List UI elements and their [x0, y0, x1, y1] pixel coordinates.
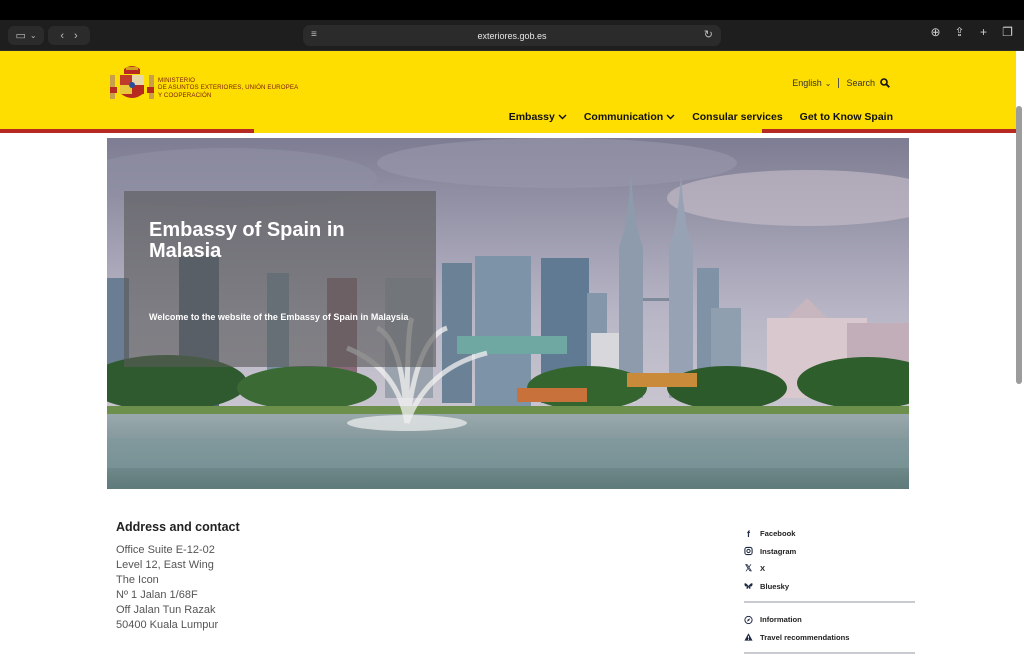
social-link-label: Bluesky	[760, 581, 790, 591]
contact-section-title: Address and contact	[116, 520, 240, 534]
social-link-label: X	[760, 564, 766, 574]
web-page: MINISTERIO DE ASUNTOS EXTERIORES, UNIÓN …	[0, 51, 1024, 663]
social-link-facebook[interactable]: f Facebook	[744, 525, 915, 543]
hero-overlay-panel: Embassy of Spain in Malasia Welcome to t…	[124, 191, 436, 367]
page-settings-icon[interactable]: ≡	[311, 29, 317, 40]
search-label: Search	[846, 78, 875, 88]
address-line: The Icon	[116, 574, 159, 586]
history-nav: ‹ ›	[48, 26, 90, 45]
chevron-down-icon: ⌄	[824, 78, 832, 88]
header-red-accent-right	[762, 129, 1016, 133]
address-bar[interactable]: ≡ exteriores.gob.es ↻	[303, 25, 721, 46]
sidebar-icon: ▭	[15, 30, 26, 42]
address-line: Off Jalan Tun Razak	[116, 604, 216, 616]
address-line: Level 12, East Wing	[116, 559, 214, 571]
nav-get-to-know-spain[interactable]: Get to Know Spain	[800, 111, 893, 123]
address-text: exteriores.gob.es	[477, 30, 547, 41]
hero-title: Embassy of Spain in Malasia	[149, 219, 345, 262]
sidebar-toggle-button[interactable]: ▭ ⌄	[8, 26, 44, 45]
ministry-line-1: MINISTERIO	[158, 77, 196, 84]
chevron-down-icon	[666, 114, 675, 120]
nav-consular-services[interactable]: Consular services	[692, 111, 782, 123]
link-travel-recommendations[interactable]: Travel recommendations	[744, 629, 915, 647]
nav-embassy[interactable]: Embassy	[509, 111, 567, 123]
search-button[interactable]: Search	[839, 78, 890, 88]
link-label: Information	[760, 615, 802, 625]
forward-button[interactable]: ›	[74, 30, 78, 42]
address-line: 50400 Kuala Lumpur	[116, 619, 219, 631]
nav-embassy-label: Embassy	[508, 111, 555, 123]
tabs-overview-icon[interactable]: ❐	[1001, 25, 1014, 39]
compass-icon	[744, 615, 753, 624]
coat-of-arms-logo[interactable]	[110, 65, 154, 105]
nav-communication-label: Communication	[583, 111, 664, 123]
back-button[interactable]: ‹	[60, 30, 64, 42]
nav-get-to-know-spain-label: Get to Know Spain	[799, 111, 893, 123]
divider	[744, 601, 915, 603]
address-line: Office Suite E-12-02	[116, 544, 215, 556]
divider	[744, 652, 915, 654]
link-information[interactable]: Information	[744, 611, 915, 629]
social-link-bluesky[interactable]: Bluesky	[744, 578, 915, 596]
x-icon: 𝕏	[744, 563, 753, 574]
nav-communication[interactable]: Communication	[584, 111, 675, 123]
contact-address: Office Suite E-12-02 Level 12, East Wing…	[116, 543, 218, 633]
social-links: f Facebook Instagram 𝕏 X Bluesky Informa…	[744, 525, 915, 662]
download-icon[interactable]: ⊕	[929, 25, 942, 39]
site-header: MINISTERIO DE ASUNTOS EXTERIORES, UNIÓN …	[0, 51, 1016, 133]
hero-banner: Embassy of Spain in Malasia Welcome to t…	[107, 138, 909, 489]
header-red-accent-left	[0, 129, 254, 133]
reload-icon[interactable]: ↻	[704, 28, 713, 41]
chevron-down-icon: ⌄	[29, 31, 37, 40]
main-navigation: Embassy Communication Consular services …	[509, 111, 893, 123]
screen-top-bar	[0, 0, 1024, 20]
chevron-down-icon	[558, 114, 567, 120]
ministry-line-3: Y COOPERACIÓN	[158, 91, 212, 99]
warning-icon	[744, 633, 753, 641]
language-label: English	[792, 78, 822, 88]
hero-subtitle: Welcome to the website of the Embassy of…	[149, 312, 409, 322]
social-link-label: Facebook	[760, 529, 796, 539]
ministry-line-2: DE ASUNTOS EXTERIORES, UNIÓN EUROPEA	[158, 84, 299, 92]
ministry-name[interactable]: MINISTERIO DE ASUNTOS EXTERIORES, UNIÓN …	[158, 77, 298, 99]
nav-consular-services-label: Consular services	[692, 111, 783, 123]
page-scrollbar[interactable]	[1016, 106, 1022, 384]
address-line: Nº 1 Jalan 1/68F	[116, 589, 198, 601]
share-icon[interactable]: ⇪	[953, 25, 966, 39]
link-label: Travel recommendations	[760, 632, 850, 642]
social-link-label: Instagram	[760, 546, 797, 556]
social-link-instagram[interactable]: Instagram	[744, 543, 915, 561]
facebook-icon: f	[747, 528, 750, 539]
utility-bar: English ⌄ Search	[792, 78, 890, 88]
social-link-x[interactable]: 𝕏 X	[744, 560, 915, 578]
instagram-icon	[744, 547, 753, 556]
new-tab-icon[interactable]: +	[977, 25, 990, 39]
language-selector[interactable]: English ⌄	[792, 78, 840, 88]
search-icon	[880, 78, 890, 88]
bluesky-icon	[744, 583, 753, 590]
